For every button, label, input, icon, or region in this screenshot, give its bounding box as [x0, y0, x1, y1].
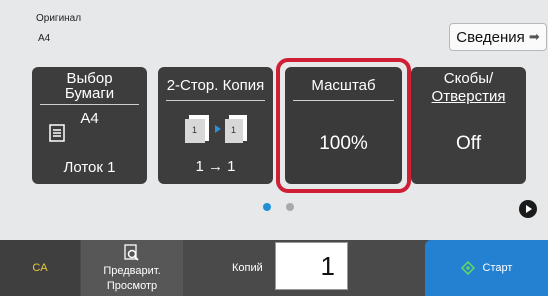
- clear-all-button[interactable]: CA: [0, 240, 80, 296]
- start-diamond-icon: [460, 261, 475, 275]
- paper-select-title-2: Бумаги: [64, 85, 115, 102]
- info-button-label: Сведения: [456, 28, 525, 46]
- clear-all-label: CA: [32, 262, 48, 274]
- arrow-right-icon: ➡: [528, 29, 540, 44]
- svg-text:1: 1: [192, 125, 197, 135]
- paper-tray-value: Лоток 1: [63, 159, 116, 176]
- tile-divider: [40, 104, 139, 105]
- original-size: A4: [38, 33, 51, 44]
- paper-tray-icon: [49, 124, 65, 142]
- start-button[interactable]: Старт: [425, 240, 548, 296]
- staple-punch-value: Off: [456, 133, 481, 154]
- duplex-copy-title: 2-Стор. Копия: [166, 77, 265, 94]
- info-button[interactable]: Сведения ➡: [449, 23, 547, 51]
- duplex-mode-value: 1 → 1: [195, 158, 236, 175]
- preview-label-1: Предварит.: [103, 265, 161, 277]
- original-label: Оригинал: [36, 13, 82, 24]
- svg-text:1: 1: [231, 125, 236, 135]
- copies-input[interactable]: 1: [275, 242, 348, 290]
- start-label: Старт: [482, 262, 513, 274]
- copies-label: Копий: [232, 262, 263, 274]
- preview-label-2: Просмотр: [106, 280, 158, 292]
- next-page-button[interactable]: [519, 200, 537, 218]
- page-dot[interactable]: [286, 203, 294, 211]
- duplex-pages-icon: 1 1: [185, 115, 247, 143]
- copy-screen: Оригинал A4 Сведения ➡ Выбор Бумаги A4 Л…: [0, 0, 548, 296]
- staple-punch-tile[interactable]: Скобы/ Отверстия Off: [411, 67, 526, 184]
- staple-punch-title-1: Скобы/: [443, 70, 494, 87]
- selection-highlight: [276, 58, 411, 193]
- tile-divider: [166, 100, 265, 101]
- preview-button[interactable]: Предварит. Просмотр: [81, 240, 183, 296]
- page-dot-active[interactable]: [263, 203, 271, 211]
- staple-punch-title-2: Отверстия: [431, 88, 506, 105]
- preview-magnifier-icon: [124, 244, 139, 261]
